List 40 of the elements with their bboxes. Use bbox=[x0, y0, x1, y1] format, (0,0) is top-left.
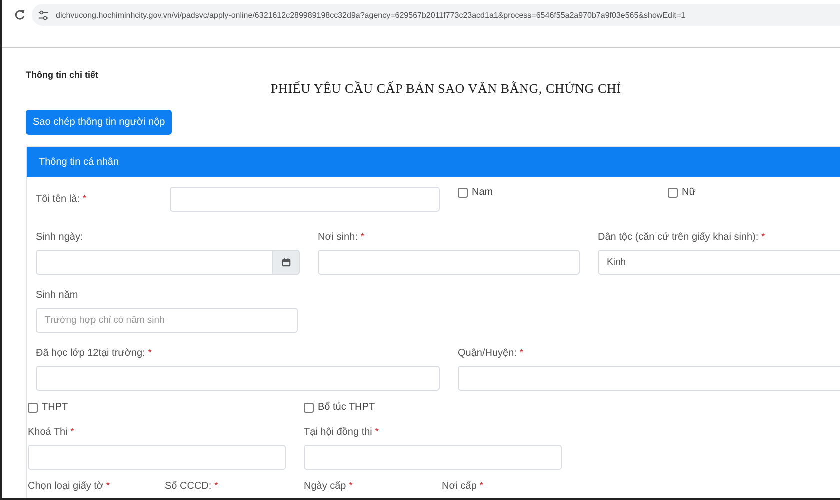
text-field[interactable] bbox=[36, 366, 440, 391]
checkbox[interactable] bbox=[458, 188, 468, 198]
text-field[interactable] bbox=[318, 250, 580, 275]
reload-icon[interactable] bbox=[14, 9, 26, 21]
text-field[interactable]: Trường hợp chỉ có năm sinh bbox=[36, 308, 298, 333]
site-settings-icon[interactable] bbox=[38, 10, 49, 20]
field-label: Đã học lớp 12tại trường: * bbox=[36, 348, 152, 359]
field-label: Tại hội đồng thi * bbox=[304, 427, 380, 438]
address-bar[interactable]: dichvucong.hochiminhcity.gov.vn/vi/padsvc/apply-online/6321612c289989198cc32d9a?agency=629567b2011f773c23acd1a1&process=6546f55a2a970b7a9f03e565&showEdit=1 bbox=[32, 4, 840, 26]
checkbox-label: Bổ túc THPT bbox=[318, 402, 376, 413]
field-label: Ngày cấp * bbox=[304, 481, 353, 492]
text-field[interactable] bbox=[28, 445, 286, 470]
checkbox[interactable] bbox=[668, 188, 678, 198]
field-label: Dân tộc (căn cứ trên giấy khai sinh): * bbox=[598, 232, 766, 243]
field-label: Khoá Thi * bbox=[28, 427, 75, 438]
field-label: Sinh ngày: bbox=[36, 232, 84, 243]
form-title: PHIẾU YÊU CẦU CẤP BẢN SAO VĂN BẰNG, CHỨNG CHỈ bbox=[271, 81, 622, 97]
text-field[interactable] bbox=[304, 445, 562, 470]
field-label: Số CCCD: * bbox=[165, 481, 218, 492]
field-label: Quận/Huyện: * bbox=[458, 348, 524, 359]
field-label: Chọn loại giấy tờ * bbox=[28, 481, 110, 492]
calendar-icon bbox=[282, 258, 290, 267]
checkbox-label: Nữ bbox=[682, 187, 696, 198]
field-label: Nơi cấp * bbox=[442, 481, 484, 492]
field-label: Tôi tên là: * bbox=[36, 194, 88, 206]
section-title: Thông tin chi tiết bbox=[26, 70, 100, 80]
field-label: Sinh năm bbox=[36, 290, 78, 301]
panel-header: Thông tin cá nhân bbox=[27, 147, 840, 177]
calendar-button[interactable] bbox=[273, 250, 300, 275]
date-field[interactable] bbox=[36, 250, 273, 275]
field-label: Nơi sinh: * bbox=[318, 232, 365, 243]
text-field[interactable] bbox=[170, 187, 440, 212]
checkbox[interactable] bbox=[304, 402, 314, 412]
checkbox-label: THPT bbox=[42, 402, 68, 413]
select-field[interactable]: Kinh bbox=[598, 250, 840, 275]
text-field[interactable] bbox=[458, 366, 840, 391]
url-text: dichvucong.hochiminhcity.gov.vn/vi/padsvc/apply-online/6321612c289989198cc32d9a?agency=629567b2011f773c23acd1a1&process=6546f55a2a970b7a9f03e565&showEdit=1 bbox=[56, 10, 686, 20]
checkbox-label: Nam bbox=[472, 187, 494, 198]
copy-applicant-button[interactable]: Sao chép thông tin người nộp bbox=[26, 110, 172, 135]
checkbox[interactable] bbox=[28, 402, 38, 412]
